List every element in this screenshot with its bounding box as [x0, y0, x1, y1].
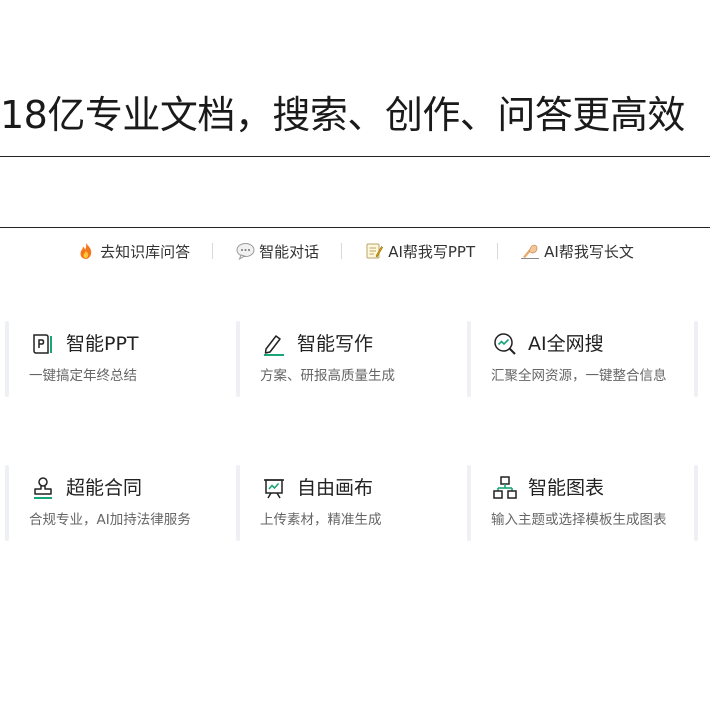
card-title: AI全网搜 — [528, 333, 604, 355]
pen-icon — [261, 331, 287, 357]
feature-card-ai-search[interactable]: AI全网搜 汇聚全网资源，一键整合信息 — [467, 321, 695, 397]
divider — [0, 156, 710, 157]
feature-card-smart-ppt[interactable]: 智能PPT 一键搞定年终总结 — [5, 321, 233, 397]
speech-bubble-icon — [235, 241, 255, 261]
card-description: 上传素材，精准生成 — [260, 512, 382, 528]
card-edge — [236, 321, 240, 397]
card-edge — [467, 321, 471, 397]
quick-link-label: AI帮我写PPT — [388, 242, 476, 261]
writing-hand-icon — [520, 241, 540, 261]
card-title: 智能PPT — [66, 333, 139, 355]
org-chart-icon — [492, 475, 518, 501]
page-title: 18亿专业文档，搜索、创作、问答更高效 — [0, 93, 685, 137]
card-description: 汇聚全网资源，一键整合信息 — [491, 368, 667, 384]
quick-link-chat[interactable]: 智能对话 — [213, 241, 341, 262]
card-title: 智能图表 — [528, 477, 605, 499]
card-edge — [5, 465, 9, 541]
quick-link-label: AI帮我写长文 — [544, 242, 634, 261]
memo-icon — [364, 241, 384, 261]
quick-link-label: 智能对话 — [259, 242, 320, 261]
fire-icon — [76, 241, 96, 261]
quick-link-ai-longform[interactable]: AI帮我写长文 — [498, 241, 656, 262]
card-edge — [694, 321, 698, 397]
feature-card-contract[interactable]: 超能合同 合规专业，AI加持法律服务 — [5, 465, 233, 541]
card-title: 超能合同 — [66, 477, 143, 499]
canvas-icon — [261, 475, 287, 501]
quick-link-label: 去知识库问答 — [100, 242, 191, 261]
ppt-icon — [30, 331, 56, 357]
feature-card-smart-writing[interactable]: 智能写作 方案、研报高质量生成 — [236, 321, 464, 397]
card-edge — [467, 465, 471, 541]
card-edge — [5, 321, 9, 397]
feature-card-smart-chart[interactable]: 智能图表 输入主题或选择模板生成图表 — [467, 465, 695, 541]
card-title: 自由画布 — [297, 477, 374, 499]
card-description: 输入主题或选择模板生成图表 — [491, 512, 667, 528]
divider — [0, 227, 710, 228]
quick-links-bar: 去知识库问答 智能对话 AI帮我写PPT AI帮我写长文 — [0, 238, 710, 264]
stamp-icon — [30, 475, 56, 501]
card-edge — [694, 465, 698, 541]
card-description: 方案、研报高质量生成 — [260, 368, 395, 384]
search-icon — [492, 331, 518, 357]
feature-card-canvas[interactable]: 自由画布 上传素材，精准生成 — [236, 465, 464, 541]
card-title: 智能写作 — [297, 333, 374, 355]
card-description: 合规专业，AI加持法律服务 — [29, 512, 191, 528]
quick-link-knowledge-qa[interactable]: 去知识库问答 — [54, 241, 212, 262]
card-edge — [236, 465, 240, 541]
card-description: 一键搞定年终总结 — [29, 368, 137, 384]
quick-link-ai-ppt[interactable]: AI帮我写PPT — [342, 241, 497, 262]
